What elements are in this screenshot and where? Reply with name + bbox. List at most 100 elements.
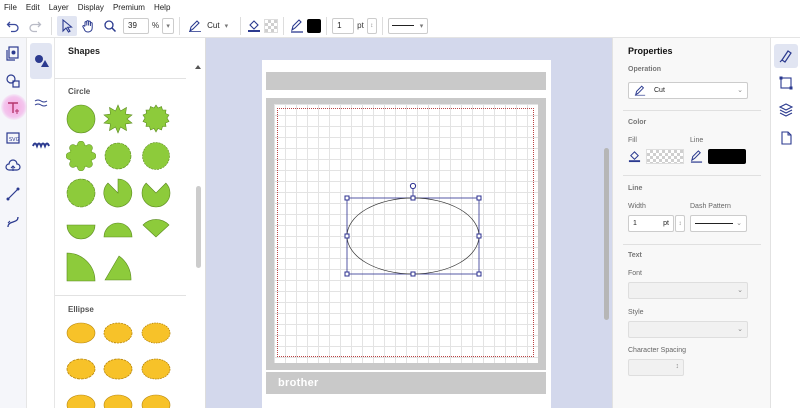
shapes-panel: Shapes Circle Ellipse [55,38,206,408]
dash-pattern-dropdown[interactable]: ▾ [387,17,428,34]
properties-title: Properties [628,46,673,56]
left-toolbar: SVG [0,38,27,408]
character-spacing-label: Character Spacing [628,347,686,354]
shape-ellipse-pie[interactable] [141,394,171,408]
toolbar-divider [51,16,52,35]
scroll-up-icon[interactable] [195,65,201,69]
divider [55,78,186,79]
undo-icon [6,21,19,32]
line-width-unit: pt [357,21,364,30]
import-tool-button[interactable]: SVG [4,129,22,147]
shape-ellipse-seal[interactable] [141,322,171,344]
selected-ellipse[interactable] [340,178,482,280]
curve-tool-button[interactable] [4,213,22,231]
divider [623,175,761,176]
page-tab[interactable] [777,129,795,147]
shape-bumpy-circle[interactable] [66,178,96,208]
fill-color-swatch[interactable] [646,149,684,164]
fill-color-button[interactable] [246,16,262,36]
shape-gear-circle[interactable] [141,141,171,171]
transform-tab[interactable] [777,74,795,92]
fill-swatch[interactable] [264,18,279,33]
font-select[interactable]: ⌄ [628,282,748,299]
text-tool-button[interactable] [4,99,22,117]
select-arrow-icon [62,18,73,33]
menu-edit[interactable]: Edit [26,3,40,12]
operation-select[interactable]: Cut ⌄ [628,82,748,99]
line-width-stepper[interactable]: ↕ [675,215,685,232]
dash-pattern-label: Dash Pattern [690,203,731,210]
shape-quarter-circle[interactable] [66,252,96,282]
line-swatch[interactable] [307,18,322,33]
shape-chord[interactable] [66,215,96,245]
shape-half-circle[interactable] [103,215,133,245]
shape-circle[interactable] [66,104,96,134]
shapes-tool-button[interactable] [4,72,22,90]
zoom-input[interactable]: 39 [123,17,149,34]
shape-sector[interactable] [103,252,133,282]
canvas-scrollbar[interactable] [604,148,609,320]
line-color-swatch[interactable] [708,149,746,164]
line-color-button[interactable] [289,16,305,36]
menu-premium[interactable]: Premium [113,3,145,12]
line-width-stepper[interactable]: ↕ [366,17,377,34]
menu-help[interactable]: Help [154,3,170,12]
select-tool-button[interactable] [57,15,77,36]
chevron-down-icon: ⌄ [737,326,743,333]
undo-button[interactable] [2,16,24,36]
line-tool-button[interactable] [4,185,22,203]
line-width-value: 1 [633,220,637,227]
cloud-icon [5,159,21,171]
zoom-dropdown[interactable]: ▾ [162,17,175,34]
shape-scalloped-circle[interactable] [65,140,97,172]
divider [623,244,761,245]
stepper-icon: ↕ [678,220,682,227]
menu-layer[interactable]: Layer [49,3,69,12]
character-spacing-field[interactable]: ↕ [628,359,684,376]
chevron-down-icon: ▾ [166,22,170,30]
canvas-area[interactable]: brother [206,38,612,408]
zoom-tool-button[interactable] [99,16,121,36]
toolbar-divider [326,16,328,35]
category-brush[interactable] [30,134,52,156]
divider [55,295,186,296]
shape-pie-three-quarter[interactable] [141,178,171,208]
mat-top-strip [266,72,546,90]
shape-pacman[interactable] [103,178,133,208]
shape-wavy-circle[interactable] [103,141,133,171]
shape-seal[interactable] [141,104,171,134]
svg-text:SVG: SVG [9,137,20,143]
shape-ellipse-wavy[interactable] [103,358,133,380]
line-width-input[interactable]: 1 [332,17,355,34]
section-label-circle: Circle [68,87,91,96]
shape-ellipse-gear[interactable] [141,358,171,380]
page-tool-button[interactable] [4,44,22,62]
shape-ellipse-scalloped[interactable] [66,358,96,380]
category-basic-shapes[interactable] [30,43,52,79]
shape-fan[interactable] [141,215,171,245]
redo-button[interactable] [24,16,46,36]
style-select[interactable]: ⌄ [628,321,748,338]
menu-display[interactable]: Display [78,3,104,12]
toolbar-divider [283,16,285,35]
dash-pattern-select[interactable]: ⌄ [690,215,747,232]
shape-ellipse-pacman[interactable] [103,394,133,408]
category-lines[interactable] [30,92,52,114]
menu-file[interactable]: File [4,3,17,12]
shape-ellipse[interactable] [66,322,96,344]
chevron-down-icon: ▾ [419,22,424,30]
toolbar-divider [381,16,383,35]
operation-dropdown[interactable]: Cut ▾ [185,17,236,34]
hand-tool-button[interactable] [77,16,99,36]
shape-star-burst[interactable] [103,104,133,134]
shapes-scrollbar[interactable] [196,186,201,268]
shape-ellipse-burst[interactable] [103,322,133,344]
cloud-tool-button[interactable] [4,157,22,175]
properties-tab[interactable] [774,44,798,68]
layers-tab[interactable] [777,101,795,119]
layers-icon [778,103,794,117]
menu-bar: File Edit Layer Display Premium Help [0,0,800,14]
line-width-field[interactable]: 1 pt [628,215,674,232]
fill-bucket-icon [628,151,641,163]
shape-ellipse-bumpy[interactable] [66,394,96,408]
